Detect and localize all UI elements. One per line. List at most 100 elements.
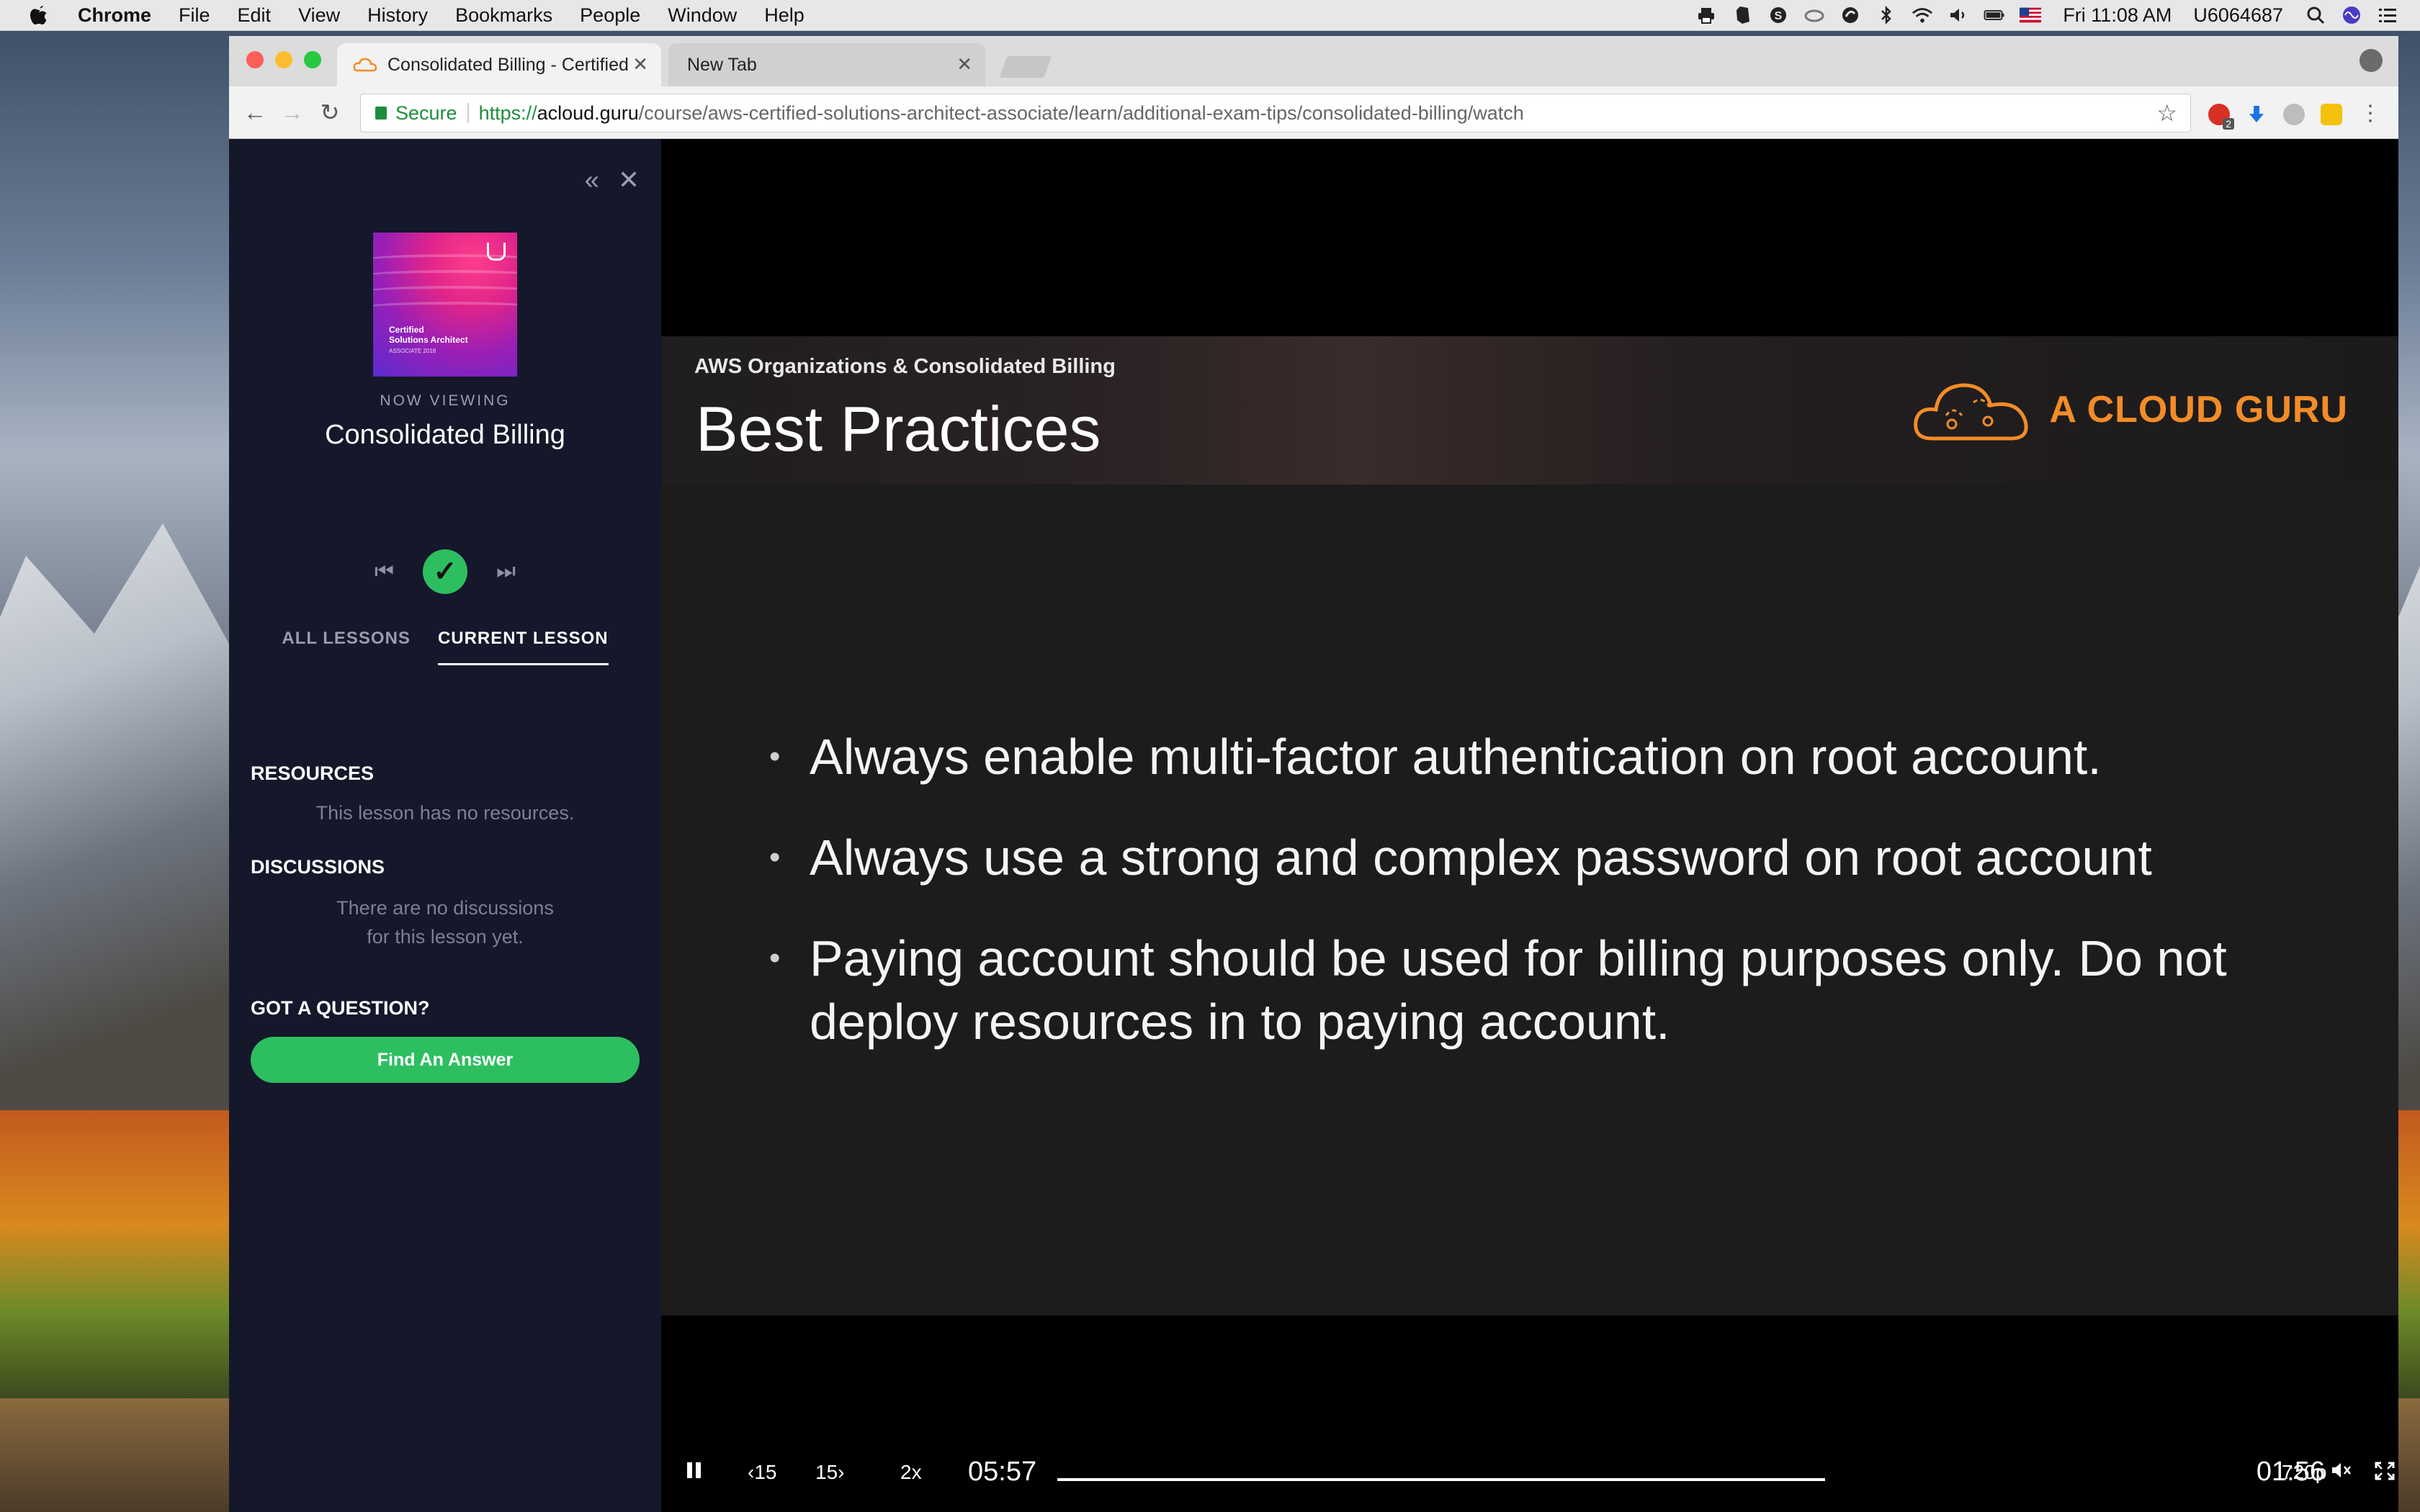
- forward-15-button[interactable]: 15›: [815, 1461, 844, 1484]
- siri-icon[interactable]: [2341, 6, 2362, 24]
- acg-logo-text: A CLOUD GURU: [2049, 389, 2348, 431]
- mute-icon[interactable]: [2331, 1461, 2352, 1485]
- playback-speed-button[interactable]: 2x: [900, 1461, 922, 1484]
- evernote-icon[interactable]: [1731, 6, 1753, 24]
- resources-heading: RESOURCES: [251, 762, 375, 784]
- menu-history[interactable]: History: [367, 4, 428, 27]
- tab-all-lessons[interactable]: ALL LESSONS: [282, 629, 411, 665]
- tab-new-tab[interactable]: New Tab ✕: [668, 43, 985, 86]
- volume-icon[interactable]: [1948, 6, 1969, 24]
- course-title-line1: Certified: [389, 325, 424, 335]
- mac-menubar: Chrome File Edit View History Bookmarks …: [0, 0, 2420, 31]
- new-tab-button[interactable]: [999, 56, 1052, 78]
- desktop-wallpaper-right: [2398, 30, 2420, 1512]
- close-tab-icon[interactable]: ✕: [956, 53, 972, 76]
- question-heading: GOT A QUESTION?: [251, 997, 430, 1019]
- close-sidebar-icon[interactable]: ✕: [618, 165, 640, 195]
- extension-circle-icon[interactable]: [2283, 104, 2305, 125]
- close-window-button[interactable]: [246, 51, 264, 68]
- menubar-clock[interactable]: Fri 11:08 AM: [2063, 4, 2172, 27]
- chrome-window: Consolidated Billing - Certified ✕ New T…: [229, 36, 2398, 1512]
- skype-icon[interactable]: S: [1767, 6, 1789, 24]
- forward-arrow-icon[interactable]: →: [279, 99, 305, 125]
- menu-app-name[interactable]: Chrome: [78, 4, 151, 27]
- url-path: /course/aws-certified-solutions-architec…: [638, 102, 1524, 124]
- menu-bookmarks[interactable]: Bookmarks: [455, 4, 552, 27]
- url-host: acloud.guru: [537, 102, 639, 124]
- slide-bullet: Paying account should be used for billin…: [769, 927, 2250, 1053]
- profile-icon[interactable]: [2360, 49, 2383, 72]
- printer-icon[interactable]: [1695, 6, 1717, 24]
- address-bar[interactable]: Secure https:// acloud.guru /course/aws-…: [360, 94, 2191, 132]
- wifi-icon[interactable]: [1912, 6, 1933, 24]
- course-thumbnail[interactable]: Certified Solutions Architect ASSOCIATE 2…: [373, 233, 517, 377]
- tab-title: New Tab: [687, 54, 757, 75]
- progress-bar[interactable]: [1057, 1478, 1825, 1481]
- menu-people[interactable]: People: [580, 4, 640, 27]
- discussions-empty-line2: for this lesson yet.: [367, 926, 524, 948]
- menu-window[interactable]: Window: [668, 4, 737, 27]
- menu-view[interactable]: View: [298, 4, 340, 27]
- spotlight-search-icon[interactable]: [2305, 6, 2326, 24]
- acg-badge-icon: [487, 243, 506, 261]
- find-an-answer-button[interactable]: Find An Answer: [251, 1037, 640, 1083]
- battery-icon[interactable]: [1984, 6, 2005, 24]
- next-lesson-icon[interactable]: ⏭: [496, 559, 516, 584]
- menu-file[interactable]: File: [179, 4, 210, 27]
- slide-bullets: Always enable multi-factor authenticatio…: [769, 725, 2354, 1091]
- now-viewing-label: NOW VIEWING: [380, 392, 511, 409]
- notification-center-icon[interactable]: [2377, 6, 2398, 24]
- slide-title: Best Practices: [696, 393, 1101, 464]
- slide-bullet: Always enable multi-factor authenticatio…: [769, 725, 2354, 788]
- tab-strip: Consolidated Billing - Certified ✕ New T…: [229, 36, 2398, 86]
- maximize-window-button[interactable]: [304, 51, 321, 68]
- menubar-user[interactable]: U6064687: [2193, 4, 2283, 27]
- slide-header: AWS Organizations & Consolidated Billing…: [661, 336, 2398, 485]
- menu-edit[interactable]: Edit: [238, 4, 272, 27]
- collapse-sidebar-icon[interactable]: «: [585, 165, 599, 195]
- quality-button[interactable]: 720p: [2282, 1461, 2326, 1484]
- desktop-wallpaper: [0, 30, 229, 1512]
- bluetooth-icon[interactable]: [1876, 6, 1897, 24]
- lesson-sidebar: « ✕ Certified Solutions Architect ASSOCIA…: [229, 139, 661, 1512]
- page-content: « ✕ Certified Solutions Architect ASSOCIA…: [229, 139, 2398, 1512]
- fullscreen-icon[interactable]: [2374, 1461, 2396, 1486]
- pause-icon[interactable]: [686, 1461, 703, 1485]
- close-tab-icon[interactable]: ✕: [632, 53, 648, 76]
- extension-download-icon[interactable]: [2246, 104, 2267, 125]
- creative-cloud-icon[interactable]: [1803, 6, 1825, 24]
- sync-icon[interactable]: [1839, 6, 1861, 24]
- chrome-menu-icon[interactable]: ⋮: [2360, 103, 2381, 125]
- tab-consolidated-billing[interactable]: Consolidated Billing - Certified ✕: [337, 43, 661, 86]
- extension-adblock-icon[interactable]: 2: [2208, 104, 2234, 130]
- video-player[interactable]: AWS Organizations & Consolidated Billing…: [661, 139, 2398, 1512]
- secure-label: Secure: [395, 102, 457, 124]
- video-slide: AWS Organizations & Consolidated Billing…: [661, 336, 2398, 1315]
- bookmark-star-icon[interactable]: ☆: [2156, 99, 2177, 127]
- discussions-heading: DISCUSSIONS: [251, 856, 385, 878]
- player-controls: ‹15 15› 2x 05:57 01:56 720p: [661, 1457, 2398, 1500]
- course-subtitle: ASSOCIATE 2018: [389, 348, 436, 354]
- previous-lesson-icon[interactable]: ⏮: [375, 559, 394, 584]
- back-arrow-icon[interactable]: ←: [242, 99, 268, 125]
- chevron-right-icon: ›: [838, 1461, 845, 1483]
- acg-favicon-icon: [353, 58, 377, 72]
- svg-text:S: S: [1775, 10, 1783, 22]
- slide-bullet: Always use a strong and complex password…: [769, 826, 2354, 889]
- apple-icon[interactable]: [29, 4, 50, 27]
- extension-slides-icon[interactable]: [2321, 104, 2342, 125]
- cloud-logo-icon: [1913, 383, 2027, 441]
- slide-subtitle: AWS Organizations & Consolidated Billing: [694, 355, 1116, 378]
- acg-logo: A CLOUD GURU: [1910, 374, 2349, 446]
- us-flag-icon[interactable]: [2020, 6, 2042, 24]
- current-lesson-title: Consolidated Billing: [325, 420, 565, 450]
- tab-current-lesson[interactable]: CURRENT LESSON: [437, 629, 609, 665]
- chevron-left-icon: ‹: [748, 1461, 755, 1483]
- resources-empty-text: This lesson has no resources.: [315, 802, 575, 824]
- menu-help[interactable]: Help: [764, 4, 805, 27]
- minimize-window-button[interactable]: [275, 51, 292, 68]
- reload-icon[interactable]: ↻: [317, 99, 343, 125]
- rewind-15-button[interactable]: ‹15: [748, 1461, 776, 1484]
- lesson-complete-check-icon[interactable]: ✓: [423, 549, 467, 594]
- course-title-line2: Solutions Architect: [389, 335, 468, 345]
